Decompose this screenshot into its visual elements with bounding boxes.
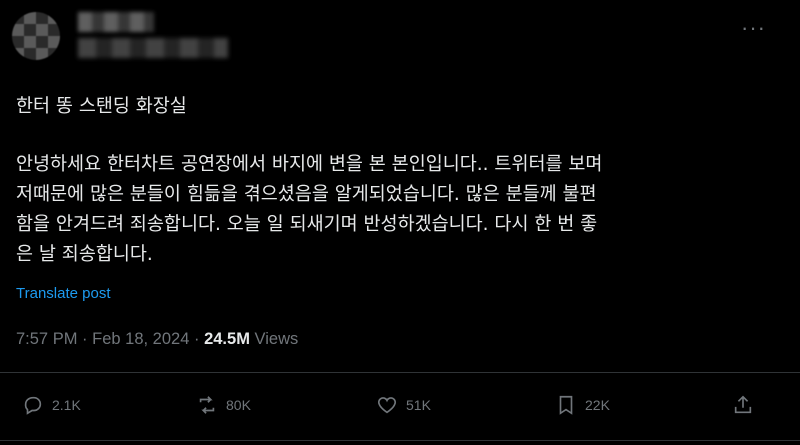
avatar[interactable] — [12, 12, 60, 60]
post-time[interactable]: 7:57 PM — [16, 330, 77, 348]
tweet-text: 한터 똥 스탠딩 화장실 안녕하세요 한터차트 공연장에서 바지에 변을 본 본… — [16, 80, 776, 270]
bookmark-count: 22K — [585, 397, 610, 413]
like-button[interactable]: 51K — [376, 394, 431, 416]
reply-button[interactable]: 2.1K — [22, 394, 81, 416]
bookmark-icon — [559, 395, 573, 415]
tweet-line: 은 날 죄송합니다. — [16, 244, 153, 265]
divider — [0, 440, 800, 441]
more-options-icon[interactable]: ··· — [741, 17, 766, 39]
divider — [0, 372, 800, 373]
like-count: 51K — [406, 397, 431, 413]
share-icon — [734, 395, 752, 414]
tweet-line: 안녕하세요 한터차트 공연장에서 바지에 변을 본 본인입니다.. 트위터를 보… — [16, 154, 603, 175]
heart-icon — [377, 397, 397, 414]
views-label: Views — [254, 330, 299, 348]
repost-icon — [199, 396, 215, 414]
meta-separator: · — [193, 330, 200, 348]
post-date[interactable]: Feb 18, 2024 — [92, 330, 189, 348]
tweet-line: 저때문에 많은 분들이 힘듦을 겪으셨음을 알게되었습니다. 많은 분들께 불편 — [16, 184, 597, 205]
repost-button[interactable]: 80K — [196, 394, 251, 416]
tweet-meta: 7:57 PM · Feb 18, 2024 · 24.5M Views — [16, 330, 298, 349]
bookmark-button[interactable]: 22K — [555, 394, 610, 416]
share-button[interactable] — [732, 394, 754, 416]
reply-count: 2.1K — [52, 397, 81, 413]
reply-icon — [24, 396, 42, 415]
display-name-blurred[interactable] — [78, 12, 154, 32]
repost-count: 80K — [226, 397, 251, 413]
translate-post-link[interactable]: Translate post — [16, 285, 111, 302]
action-bar: 2.1K 80K 51K 22K — [0, 386, 800, 426]
views-count: 24.5M — [204, 330, 250, 348]
tweet-title: 한터 똥 스탠딩 화장실 — [16, 96, 187, 117]
username-blurred[interactable] — [78, 38, 228, 58]
meta-separator: · — [82, 330, 88, 348]
tweet-line: 함을 안겨드려 죄송합니다. 오늘 일 되새기며 반성하겠습니다. 다시 한 번… — [16, 214, 598, 235]
